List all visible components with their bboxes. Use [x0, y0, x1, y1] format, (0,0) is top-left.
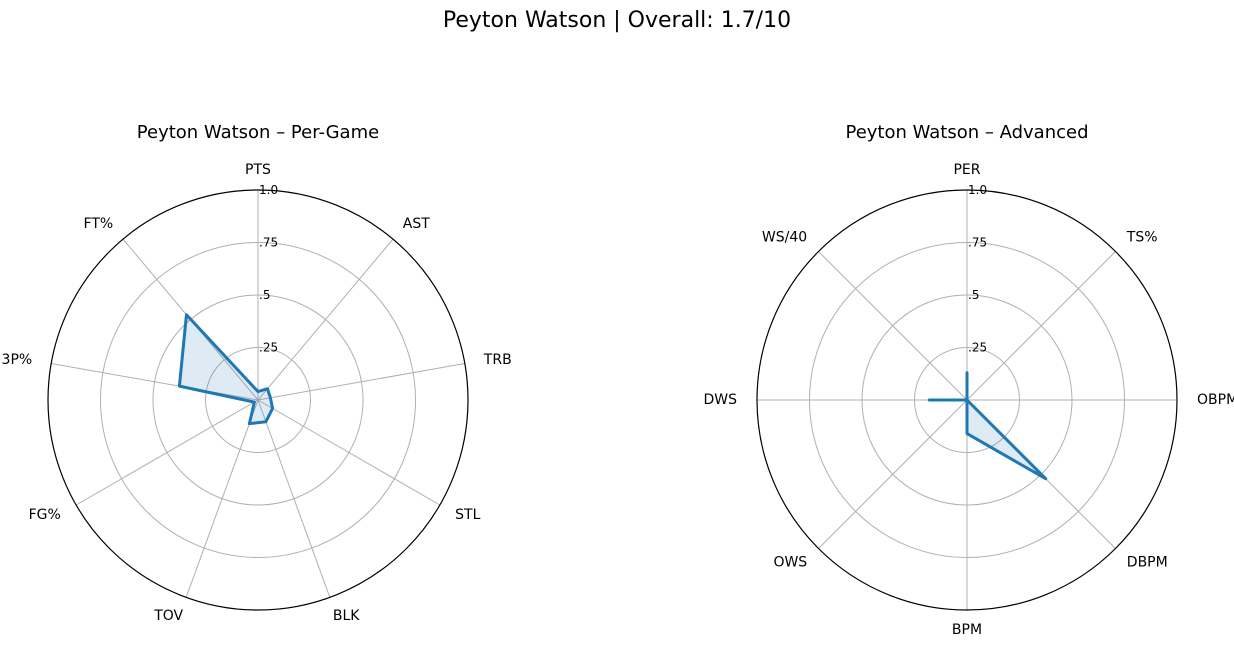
- category-label-trb: TRB: [483, 352, 512, 368]
- spoke-fg-pct: [75, 399, 259, 506]
- spoke-ows: [818, 399, 968, 549]
- chart-title: Peyton Watson – Advanced: [845, 122, 1088, 143]
- category-label-blk: BLK: [333, 608, 360, 624]
- category-label-obpm: OBPM: [1197, 392, 1234, 408]
- radar-chart-2: Peyton Watson – Advanced .25 .5 .75 1.0 PER TS…: [703, 122, 1234, 638]
- r-tick-label: 1.0: [259, 183, 278, 197]
- r-tick-label: .5: [259, 288, 270, 302]
- spoke-blk: [257, 399, 331, 598]
- category-label-ast: AST: [403, 216, 430, 232]
- category-label-ws-40: WS/40: [762, 229, 807, 245]
- r-tick-label: .75: [259, 236, 278, 250]
- category-label-ows: OWS: [773, 555, 807, 571]
- category-label-ft-pct: FT%: [84, 216, 114, 232]
- spoke-ast: [257, 238, 394, 401]
- spoke-tov: [185, 399, 259, 598]
- category-label-stl: STL: [455, 507, 480, 523]
- spoke-ts-pct: [966, 251, 1116, 401]
- r-tick-label: 1.0: [968, 183, 987, 197]
- category-label-dws: DWS: [703, 392, 737, 408]
- category-label-per: PER: [953, 162, 980, 178]
- r-tick-label: .5: [968, 288, 979, 302]
- spoke-stl: [257, 399, 441, 506]
- spoke-trb: [257, 363, 465, 401]
- category-label-ts-pct: TS%: [1126, 229, 1158, 245]
- radar-chart-1: Peyton Watson – Per-Game .25 .5 .75 1.0 PTS AS…: [2, 122, 512, 624]
- r-tick-label: .75: [968, 236, 987, 250]
- category-label-tov: TOV: [153, 608, 183, 624]
- radar-charts-canvas: Peyton Watson – Per-Game .25 .5 .75 1.0 PTS AS…: [2, 122, 1234, 638]
- series-area: [179, 314, 273, 424]
- category-label-bpm: BPM: [952, 622, 982, 638]
- r-tick-label: .25: [259, 341, 278, 355]
- category-label-pts: PTS: [245, 162, 271, 178]
- category-label-fg-pct: FG%: [29, 507, 61, 523]
- category-label-dbpm: DBPM: [1127, 555, 1168, 571]
- chart-title: Peyton Watson – Per-Game: [137, 122, 379, 143]
- category-label-3p-pct: 3P%: [2, 352, 33, 368]
- r-tick-label: .25: [968, 341, 987, 355]
- spoke-ws-40: [818, 251, 968, 401]
